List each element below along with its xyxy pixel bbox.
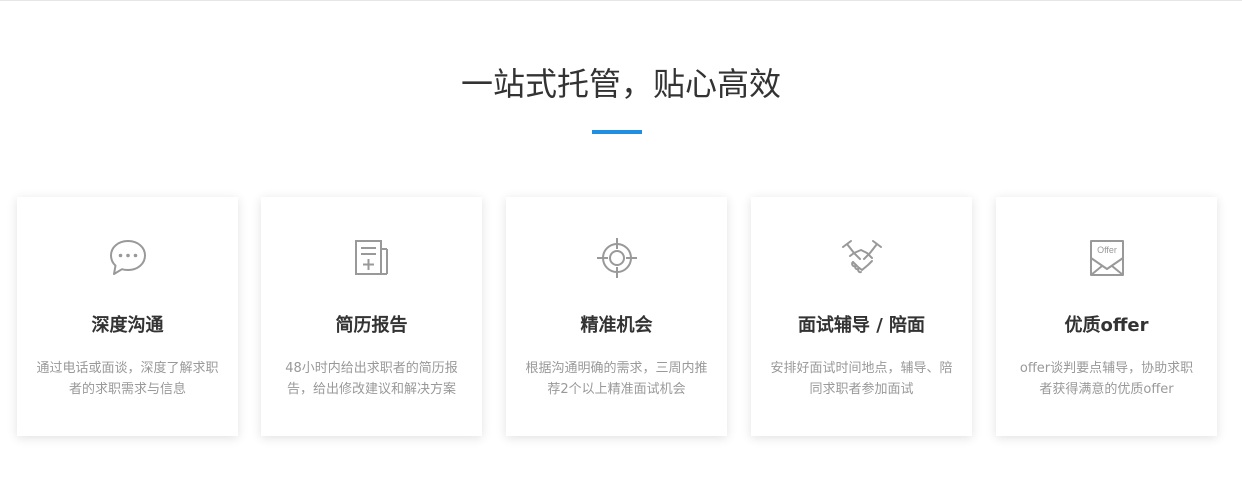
card-title: 简历报告 — [335, 315, 408, 336]
crosshair-target-icon — [596, 237, 638, 279]
card-title: 优质offer — [1064, 315, 1149, 336]
handshake-icon — [841, 237, 883, 279]
service-card-deep-communication[interactable]: 深度沟通 通过电话或面谈，深度了解求职者的求职需求与信息 — [17, 197, 238, 436]
resume-report-icon — [351, 237, 393, 279]
offer-envelope-icon: Offer — [1086, 237, 1128, 279]
card-description: offer谈判要点辅导，协助求职者获得满意的优质offer — [1019, 361, 1194, 397]
card-title: 精准机会 — [580, 315, 653, 336]
card-description: 48小时内给出求职者的简历报告，给出修改建议和解决方案 — [285, 361, 458, 397]
service-card-resume-report[interactable]: 简历报告 48小时内给出求职者的简历报告，给出修改建议和解决方案 — [261, 197, 482, 436]
card-title: 深度沟通 — [91, 315, 164, 336]
service-card-interview-coaching[interactable]: 面试辅导 / 陪面 安排好面试时间地点，辅导、陪同求职者参加面试 — [751, 197, 972, 436]
service-cards: 深度沟通 通过电话或面谈，深度了解求职者的求职需求与信息 简历报告 48小时内给… — [0, 197, 1242, 437]
section-title: 一站式托管，贴心高效 — [460, 65, 781, 103]
offer-icon-text: Offer — [1097, 245, 1117, 255]
card-description: 安排好面试时间地点，辅导、陪同求职者参加面试 — [770, 361, 953, 397]
service-card-precise-opportunity[interactable]: 精准机会 根据沟通明确的需求，三周内推荐2个以上精准面试机会 — [506, 197, 727, 436]
service-card-quality-offer[interactable]: Offer 优质offer offer谈判要点辅导，协助求职者获得满意的优质of… — [996, 197, 1217, 436]
card-title: 面试辅导 / 陪面 — [797, 315, 926, 336]
top-divider — [0, 0, 1242, 1]
card-description: 通过电话或面谈，深度了解求职者的求职需求与信息 — [36, 361, 219, 397]
card-description: 根据沟通明确的需求，三周内推荐2个以上精准面试机会 — [525, 361, 708, 397]
title-accent-bar — [592, 130, 642, 134]
chat-bubble-icon — [107, 237, 149, 279]
